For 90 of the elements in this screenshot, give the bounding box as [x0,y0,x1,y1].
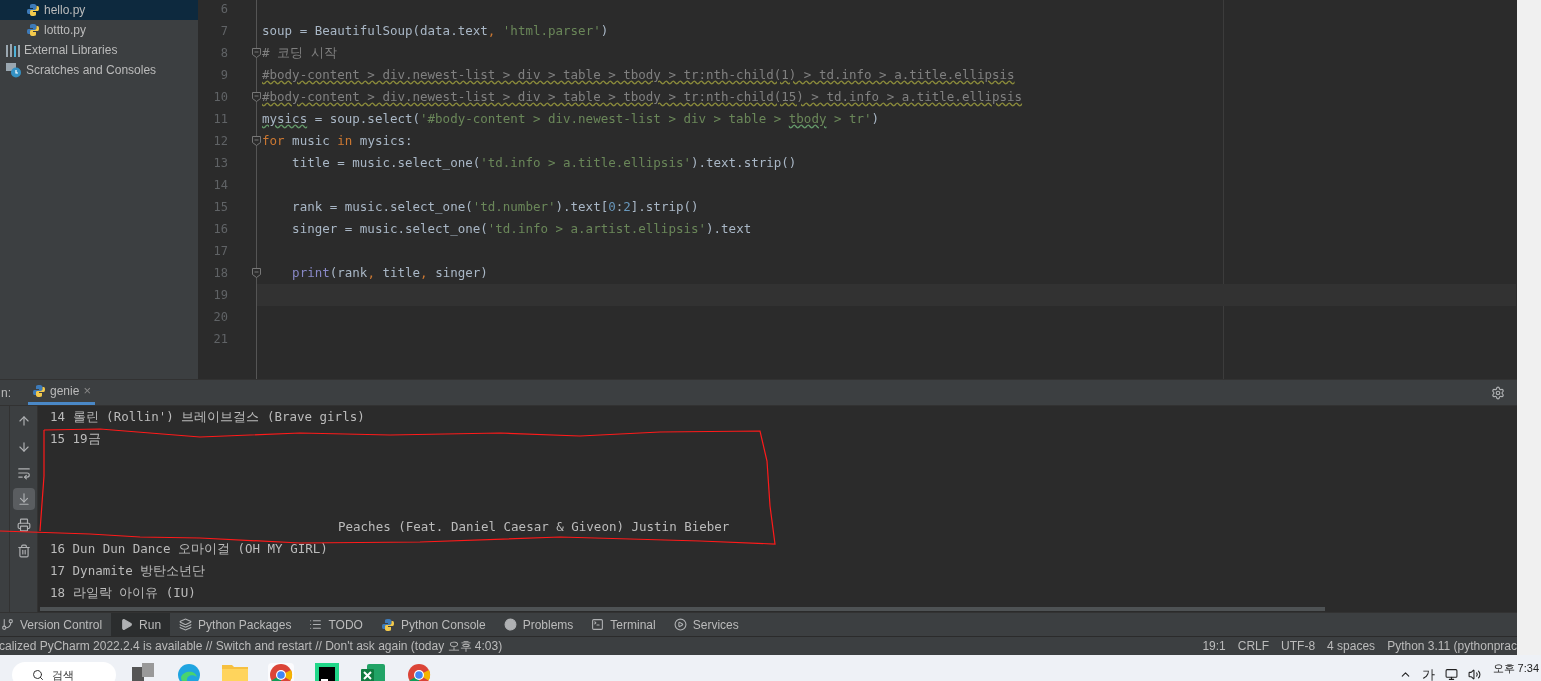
console-line: 15 19금 [50,430,101,448]
services-icon [673,618,687,631]
line-number: 15 [213,199,228,216]
line-number: 20 [213,309,228,326]
code-line: #body-content > div.newest-list > div > table > tbody > tr:nth-child(1) > td.info > a.title.ellipsis [262,65,1015,84]
line-number: 14 [213,177,228,194]
console-line: Peaches (Feat. Daniel Caesar & Giveon) Justin Bieber [338,518,730,536]
print-icon [16,518,31,532]
line-number: 16 [213,221,228,238]
code-line: print(rank, title, singer) [291,263,488,282]
scroll-end-icon [16,492,31,506]
line-number: 19 [213,287,228,304]
project-tree-item[interactable]: hello.py [0,0,198,20]
globe-wave-icon [177,663,201,681]
tool-window-tab[interactable]: Version Control [0,613,112,636]
code-line: rank = music.select_one('td.number').text[0:2].strip() [291,197,699,216]
ide-logo-icon [315,663,339,681]
folder-icon [222,663,248,681]
console-line: 18 라일락 아이유 (IU) [50,584,196,602]
status-item[interactable]: 19:1 [1202,637,1226,655]
python-file-icon [26,23,40,37]
line-number: 17 [213,243,228,260]
up-icon [16,414,31,428]
project-tree-item[interactable]: External Libraries [0,40,198,60]
project-tree-item[interactable]: Scratches and Consoles [0,60,198,80]
code-line: for music in mysics: [262,131,413,150]
list-icon [309,618,323,631]
tool-window-tab[interactable]: Terminal [582,613,665,636]
close-tab-button[interactable]: × [83,381,91,401]
down-icon [16,440,31,454]
console-line: 16 Dun Dun Dance 오마이걸 (OH MY GIRL) [50,540,328,558]
taskbar-search-field[interactable]: 검색 [12,662,116,681]
status-item[interactable]: Python 3.11 (pythonprac [1387,637,1517,655]
tool-window-tab[interactable]: Python Packages [170,613,301,636]
play-icon [120,618,134,631]
taskbar-app[interactable] [314,663,340,681]
tool-window-tab[interactable]: Problems [494,613,583,636]
branch-icon [1,618,14,631]
fold-marker-icon[interactable] [252,268,261,278]
clock-time[interactable]: 오후 7:34 [1492,660,1539,677]
tool-window-tab[interactable]: Python Console [371,613,495,636]
code-line: title = music.select_one('td.info > a.title.ellipsis').text.strip() [291,153,797,172]
line-number: 10 [213,89,228,106]
ime-indicator[interactable]: 가 [1421,665,1435,681]
code-line: mysics = soup.select('#body-content > div.newest-list > div > table > tbody > tr') [262,109,880,128]
code-line: singer = music.select_one('td.info > a.artist.ellipsis').text [291,219,752,238]
tool-window-tab[interactable]: Services [664,613,748,636]
python-file-icon [26,3,40,17]
settings-icon[interactable] [1491,385,1505,400]
taskbar-app[interactable] [130,663,156,681]
line-number: 13 [213,155,228,172]
status-item[interactable]: UTF-8 [1281,637,1316,655]
tool-window-tab[interactable]: TODO [300,613,372,636]
line-number: 12 [213,133,228,150]
status-item[interactable]: 4 spaces [1327,637,1376,655]
python-icon [32,384,46,398]
fold-marker-icon[interactable] [252,136,261,146]
layers-icon [179,618,193,631]
fold-marker-icon[interactable] [252,92,261,102]
task-view-icon [132,663,154,681]
run-panel-label: n: [0,384,12,402]
status-item[interactable]: CRLF [1237,637,1270,655]
code-line: # 코딩 시작 [262,43,337,62]
tool-window-tab[interactable]: Run [111,613,171,636]
python-icon [380,617,395,632]
line-number: 18 [213,265,228,282]
code-line: soup = BeautifulSoup(data.text, 'html.parser') [262,21,609,40]
speaker-icon[interactable] [1467,668,1481,681]
terminal-icon [591,618,605,631]
line-number: 9 [220,67,228,84]
project-tree-item[interactable]: lottto.py [0,20,198,40]
status-message[interactable]: calized PyCharm 2022.2.4 is available // Switch and restart // Don't ask again (today 오후 4:03) [0,637,503,655]
console-line: 17 Dynamite 방탄소년단 [50,562,206,580]
scratch-clock-icon [6,62,22,78]
line-number: 21 [213,331,228,348]
scroll-to-end-button[interactable] [12,488,35,510]
line-number: 6 [220,1,228,18]
search-icon [32,669,44,681]
library-bars-icon [6,43,20,57]
wrap-icon [16,466,31,480]
fold-marker-icon[interactable] [252,48,261,58]
run-config-tab[interactable]: genie × [28,380,95,405]
console-line: 14 롤린 (Rollin') 브레이브걸스 (Brave girls) [50,408,365,426]
code-line: #body-content > div.newest-list > div > table > tbody > tr:nth-child(15) > td.info > a.title.ellipsis [262,87,1023,106]
trash-icon [16,544,31,558]
line-number: 7 [220,23,228,40]
line-number: 8 [220,45,228,62]
monitor-icon[interactable] [1444,668,1458,681]
line-number: 11 [213,111,228,128]
spreadsheet-icon [361,663,385,681]
